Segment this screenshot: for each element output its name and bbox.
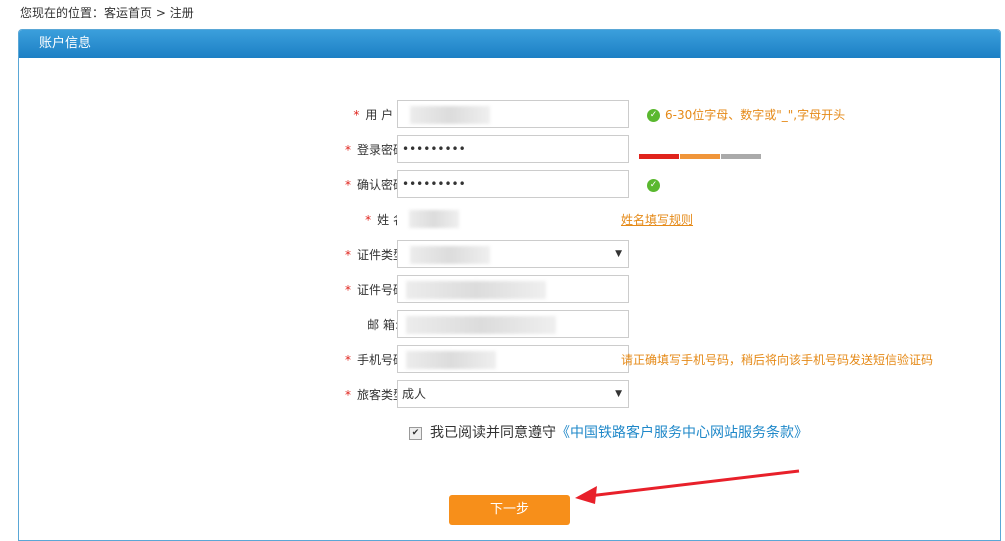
account-info-panel: 账户信息 * 用 户 名 ✓ 6-30位字母、数字或"_",字母开头 * 登录密码: … (18, 29, 1001, 541)
pointer-arrow (575, 469, 800, 504)
breadcrumb-home-link[interactable]: 客运首页 (104, 6, 152, 20)
breadcrumb-separator: > (152, 6, 170, 20)
breadcrumb-prefix: 您现在的位置： (20, 6, 105, 20)
breadcrumb: 您现在的位置：客运首页 > 注册 (20, 4, 194, 21)
next-step-button[interactable]: 下一步 (449, 495, 570, 525)
breadcrumb-current: 注册 (169, 6, 194, 20)
